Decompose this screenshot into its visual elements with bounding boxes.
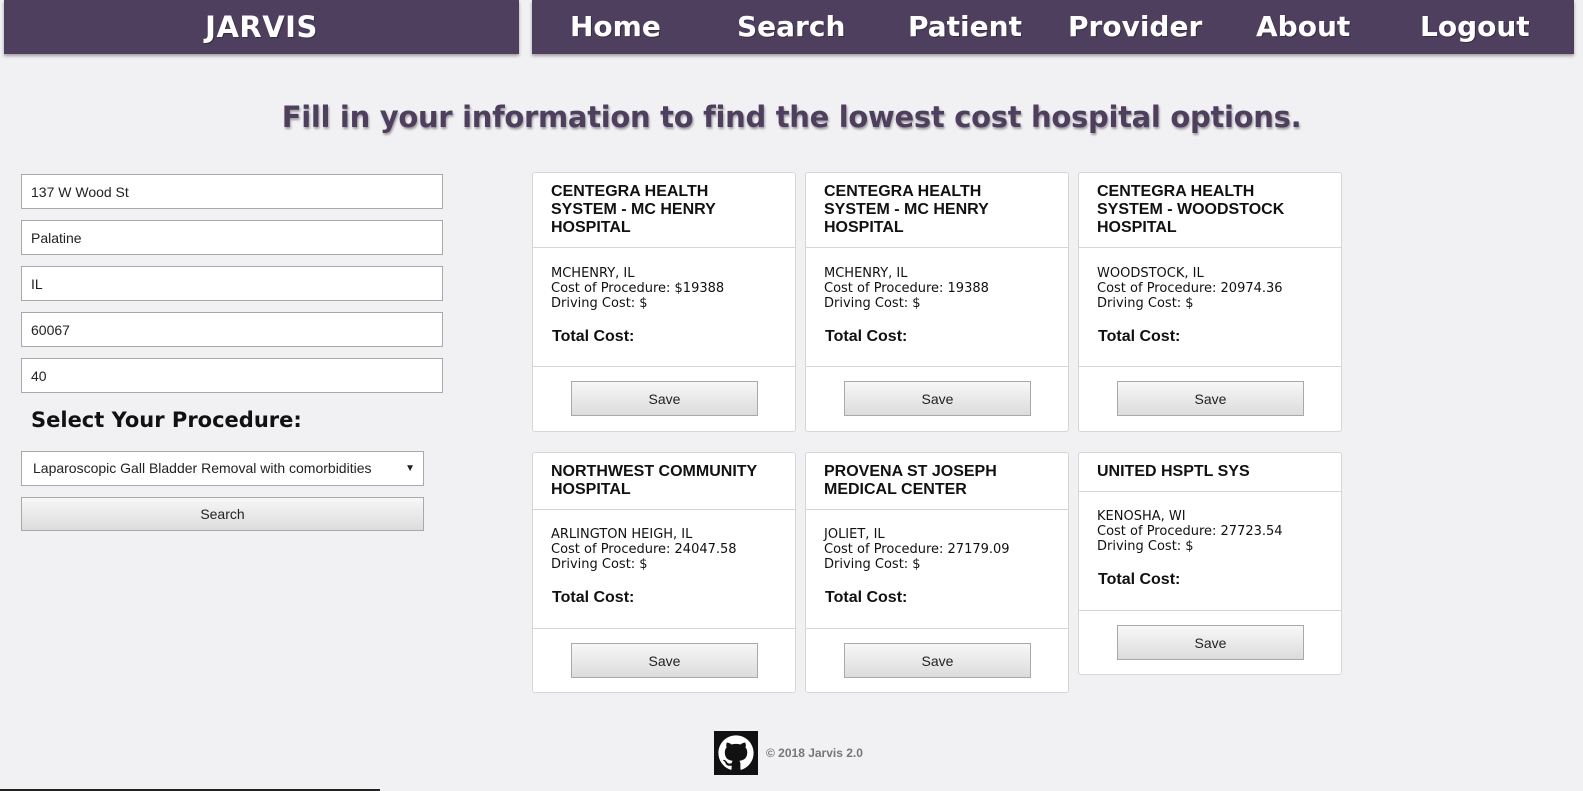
hospital-card: CENTEGRA HEALTH SYSTEM - MC HENRY HOSPIT… — [532, 172, 796, 432]
procedure-cost: Cost of Procedure: 27179.09 — [824, 542, 1010, 557]
driving-cost: Driving Cost: $ — [1097, 539, 1194, 554]
hospital-name: CENTEGRA HEALTH SYSTEM - MC HENRY HOSPIT… — [824, 183, 989, 236]
save-button[interactable]: Save — [1117, 625, 1304, 660]
driving-cost: Driving Cost: $ — [551, 557, 648, 572]
procedure-cost: Cost of Procedure: 20974.36 — [1097, 281, 1283, 296]
nav-about[interactable]: About — [1256, 0, 1350, 54]
total-cost: Total Cost: — [825, 589, 908, 606]
brand-bar: JARVIS — [4, 0, 519, 54]
nav-logout[interactable]: Logout — [1420, 0, 1530, 54]
driving-cost: Driving Cost: $ — [1097, 296, 1194, 311]
radius-field[interactable] — [21, 358, 443, 393]
hospital-name: UNITED HSPTL SYS — [1097, 463, 1250, 480]
zip-field[interactable] — [21, 312, 443, 347]
save-button[interactable]: Save — [1117, 381, 1304, 416]
brand-logo[interactable]: JARVIS — [205, 10, 318, 44]
hospital-card: CENTEGRA HEALTH SYSTEM - MC HENRY HOSPIT… — [805, 172, 1069, 432]
save-button[interactable]: Save — [571, 643, 758, 678]
total-cost: Total Cost: — [1098, 328, 1181, 345]
total-cost: Total Cost: — [552, 328, 635, 345]
hospital-name: CENTEGRA HEALTH SYSTEM - MC HENRY HOSPIT… — [551, 183, 716, 236]
driving-cost: Driving Cost: $ — [824, 296, 921, 311]
search-button[interactable]: Search — [21, 497, 424, 531]
driving-cost: Driving Cost: $ — [551, 296, 648, 311]
state-field[interactable] — [21, 266, 443, 301]
hospital-name: NORTHWEST COMMUNITY HOSPITAL — [551, 463, 757, 498]
copyright-text: © 2018 Jarvis 2.0 — [766, 746, 863, 760]
hospital-location: MCHENRY, IL — [824, 266, 908, 281]
page-title: Fill in your information to find the low… — [281, 100, 1302, 134]
save-button[interactable]: Save — [844, 381, 1031, 416]
hospital-card: CENTEGRA HEALTH SYSTEM - WOODSTOCK HOSPI… — [1078, 172, 1342, 432]
procedure-cost: Cost of Procedure: 27723.54 — [1097, 524, 1283, 539]
city-field[interactable] — [21, 220, 443, 255]
procedure-cost: Cost of Procedure: $19388 — [551, 281, 725, 296]
hospital-location: WOODSTOCK, IL — [1097, 266, 1204, 281]
hospital-location: ARLINGTON HEIGH, IL — [551, 527, 693, 542]
procedure-cost: Cost of Procedure: 19388 — [824, 281, 989, 296]
total-cost: Total Cost: — [552, 589, 635, 606]
chevron-down-icon: ▼ — [405, 463, 415, 474]
save-button[interactable]: Save — [571, 381, 758, 416]
nav-bar: Home Search Patient Provider About Logou… — [532, 0, 1574, 54]
hospital-location: MCHENRY, IL — [551, 266, 635, 281]
total-cost: Total Cost: — [825, 328, 908, 345]
save-button[interactable]: Save — [844, 643, 1031, 678]
address-field[interactable] — [21, 174, 443, 209]
procedure-select[interactable]: Laparoscopic Gall Bladder Removal with c… — [21, 451, 424, 486]
procedure-cost: Cost of Procedure: 24047.58 — [551, 542, 737, 557]
nav-patient[interactable]: Patient — [908, 0, 1022, 54]
nav-provider[interactable]: Provider — [1068, 0, 1202, 54]
hospital-card: UNITED HSPTL SYS KENOSHA, WI Cost of Pro… — [1078, 452, 1342, 675]
nav-search[interactable]: Search — [737, 0, 845, 54]
hospital-location: KENOSHA, WI — [1097, 509, 1186, 524]
nav-home[interactable]: Home — [570, 0, 661, 54]
hospital-name: PROVENA ST JOSEPH MEDICAL CENTER — [824, 463, 997, 498]
hospital-card: NORTHWEST COMMUNITY HOSPITAL ARLINGTON H… — [532, 452, 796, 693]
driving-cost: Driving Cost: $ — [824, 557, 921, 572]
total-cost: Total Cost: — [1098, 571, 1181, 588]
hospital-location: JOLIET, IL — [824, 527, 885, 542]
hospital-name: CENTEGRA HEALTH SYSTEM - WOODSTOCK HOSPI… — [1097, 183, 1285, 236]
procedure-selected-value: Laparoscopic Gall Bladder Removal with c… — [33, 460, 372, 476]
hospital-card: PROVENA ST JOSEPH MEDICAL CENTER JOLIET,… — [805, 452, 1069, 693]
procedure-label: Select Your Procedure: — [31, 408, 302, 432]
github-icon[interactable] — [714, 731, 758, 775]
